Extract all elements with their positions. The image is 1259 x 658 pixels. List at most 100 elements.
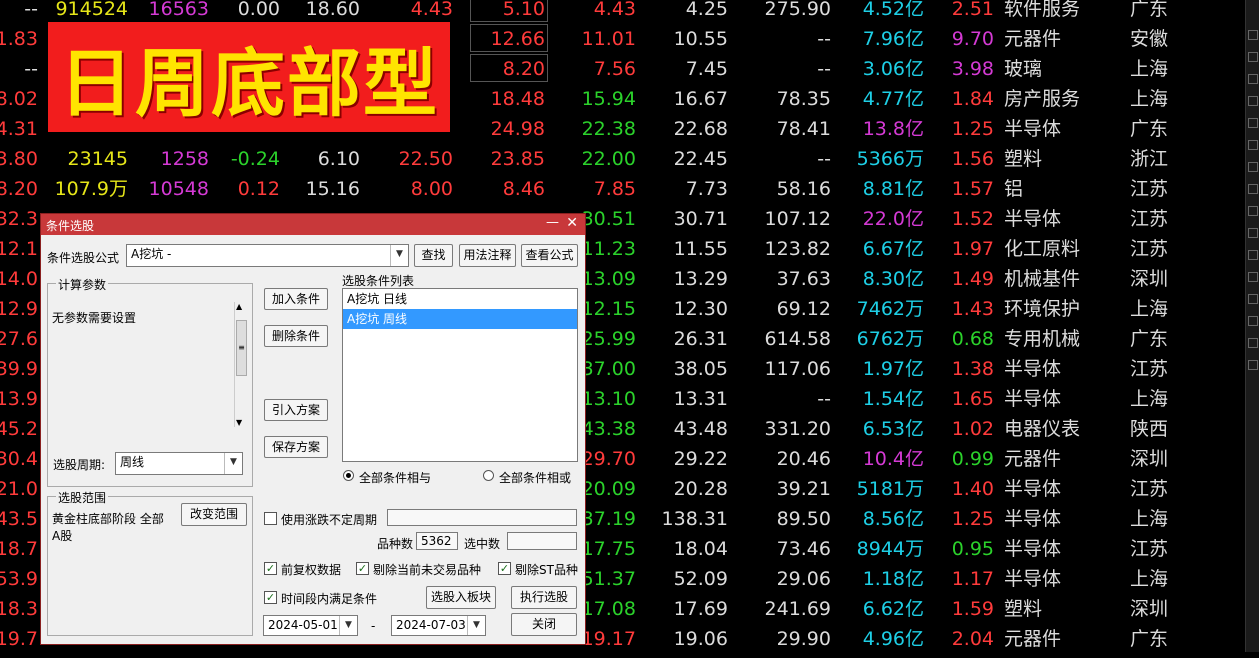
chevron-down-icon[interactable]: ▼ (390, 245, 408, 266)
to-block-button[interactable]: 选股入板块 (426, 586, 496, 609)
table-cell: 15.94 (581, 88, 636, 110)
toolbar-tool-icon[interactable] (1248, 140, 1258, 150)
toolbar-tool-icon[interactable] (1248, 360, 1258, 370)
table-cell: -- (817, 58, 831, 80)
table-cell: 58.16 (776, 178, 831, 200)
close-button[interactable]: 关闭 (511, 613, 577, 636)
toolbar-tool-icon[interactable] (1248, 52, 1258, 62)
toolbar-tool-icon[interactable] (1248, 294, 1258, 304)
table-cell: 26.31 (673, 328, 728, 350)
table-cell: 0.99 (951, 448, 994, 470)
table-cell: 电器仪表 (1004, 418, 1081, 440)
table-cell: 15.16 (305, 178, 360, 200)
condition-item-selected[interactable]: A挖坑 周线 (343, 309, 577, 329)
table-cell: 29.22 (673, 448, 728, 470)
use-period-field[interactable] (387, 509, 577, 526)
table-cell: 53.9 (0, 568, 38, 590)
table-cell: 1.84 (951, 88, 994, 110)
exclude-st-checkbox[interactable]: ✓ (498, 562, 511, 575)
chevron-down-icon[interactable]: ▼ (467, 616, 485, 635)
table-cell: 22.50 (398, 148, 453, 170)
table-cell: 16.67 (673, 88, 728, 110)
table-cell: 陕西 (1130, 418, 1169, 440)
formula-value: A挖坑 - (131, 247, 172, 261)
toolbar-tool-icon[interactable] (1248, 30, 1258, 40)
toolbar-tool-icon[interactable] (1248, 206, 1258, 216)
use-period-checkbox[interactable] (264, 512, 277, 525)
table-cell: 塑料 (1004, 598, 1043, 620)
scroll-up-icon[interactable]: ▲ (236, 302, 242, 311)
dialog-titlebar[interactable]: 条件选股 — ✕ (41, 214, 585, 235)
table-cell: 半导体 (1004, 568, 1062, 590)
condition-item[interactable]: A挖坑 日线 (343, 289, 577, 309)
add-condition-button[interactable]: 加入条件 (264, 288, 328, 310)
find-button[interactable]: 查找 (414, 244, 453, 267)
formula-select[interactable]: A挖坑 - ▼ (126, 244, 409, 267)
toolbar-tool-icon[interactable] (1248, 96, 1258, 106)
toolbar-tool-icon[interactable] (1248, 338, 1258, 348)
table-cell: 11.01 (581, 28, 636, 50)
table-cell: 半导体 (1004, 508, 1062, 530)
exclude-notrade-checkbox[interactable]: ✓ (356, 562, 369, 575)
count-field: 5362 (416, 532, 458, 550)
usage-notes-button[interactable]: 用法注释 (459, 244, 516, 267)
table-cell: 1.02 (951, 418, 994, 440)
date-from-picker[interactable]: 2024-05-01 ▼ (263, 615, 358, 636)
scroll-thumb[interactable]: ≡ (236, 320, 247, 376)
fq-checkbox[interactable]: ✓ (264, 562, 277, 575)
toolbar-tool-icon[interactable] (1248, 316, 1258, 326)
params-scrollbar[interactable]: ▲ ≡ ▼ (234, 302, 249, 427)
condition-list[interactable]: A挖坑 日线 A挖坑 周线 (342, 288, 578, 462)
table-cell: 玻璃 (1004, 58, 1043, 80)
chevron-down-icon[interactable]: ▼ (224, 453, 242, 474)
radio-all-and[interactable] (343, 470, 354, 481)
change-range-button[interactable]: 改变范围 (181, 503, 247, 526)
table-row[interactable]: 23.80231451258-0.246.1022.5023.8522.0022… (0, 148, 1245, 178)
delete-condition-button[interactable]: 删除条件 (264, 325, 328, 347)
toolbar-tool-icon[interactable] (1248, 228, 1258, 238)
table-cell: 8.00 (410, 178, 453, 200)
no-params-text: 无参数需要设置 (52, 311, 137, 325)
execute-button[interactable]: 执行选股 (511, 586, 577, 609)
table-cell: 18.48 (490, 88, 545, 110)
table-cell: 12.30 (673, 298, 728, 320)
chevron-down-icon[interactable]: ▼ (339, 616, 357, 635)
table-cell: 11.55 (673, 238, 728, 260)
period-value: 周线 (120, 455, 145, 469)
toolbar-tool-icon[interactable] (1248, 118, 1258, 128)
table-cell: 38.05 (673, 358, 728, 380)
highlight-box (470, 0, 548, 22)
save-plan-button[interactable]: 保存方案 (264, 436, 328, 458)
table-cell: 123.82 (764, 238, 831, 260)
table-cell: 元器件 (1004, 28, 1062, 50)
table-cell: 27.6 (0, 328, 38, 350)
selected-label: 选中数 (464, 537, 501, 551)
table-row[interactable]: 8.20 107.9万 10548 0.12 15.16 8.00 8.46 7.85 7.73… (0, 178, 1245, 208)
range-group: 选股范围 黄金柱底部阶段 全部 A股 改变范围 (47, 489, 253, 636)
toolbar-tool-icon[interactable] (1248, 184, 1258, 194)
toolbar-tool-icon[interactable] (1248, 74, 1258, 84)
table-cell: 1.25 (951, 508, 994, 530)
table-cell: 89.50 (776, 508, 831, 530)
date-to-picker[interactable]: 2024-07-03 ▼ (391, 615, 486, 636)
scroll-down-icon[interactable]: ▼ (236, 418, 242, 427)
period-label: 选股周期: (53, 458, 106, 472)
toolbar-tool-icon[interactable] (1248, 272, 1258, 282)
time-range-checkbox[interactable]: ✓ (264, 591, 277, 604)
table-cell: 江苏 (1130, 208, 1169, 230)
radio-all-or[interactable] (483, 470, 494, 481)
period-select[interactable]: 周线 ▼ (115, 452, 243, 475)
table-cell: 环境保护 (1004, 298, 1081, 320)
table-cell: 1.56 (951, 148, 994, 170)
import-plan-button[interactable]: 引入方案 (264, 399, 328, 421)
close-icon[interactable]: ✕ (566, 215, 578, 231)
minimize-icon[interactable]: — (546, 215, 559, 230)
toolbar-tool-icon[interactable] (1248, 162, 1258, 172)
table-cell: 半导体 (1004, 388, 1062, 410)
table-cell: -- (24, 58, 38, 80)
view-formula-button[interactable]: 查看公式 (521, 244, 578, 267)
table-cell: 机械基件 (1004, 268, 1081, 290)
toolbar-tool-icon[interactable] (1248, 250, 1258, 260)
formula-label: 条件选股公式 (47, 251, 120, 265)
table-cell: 元器件 (1004, 628, 1062, 650)
